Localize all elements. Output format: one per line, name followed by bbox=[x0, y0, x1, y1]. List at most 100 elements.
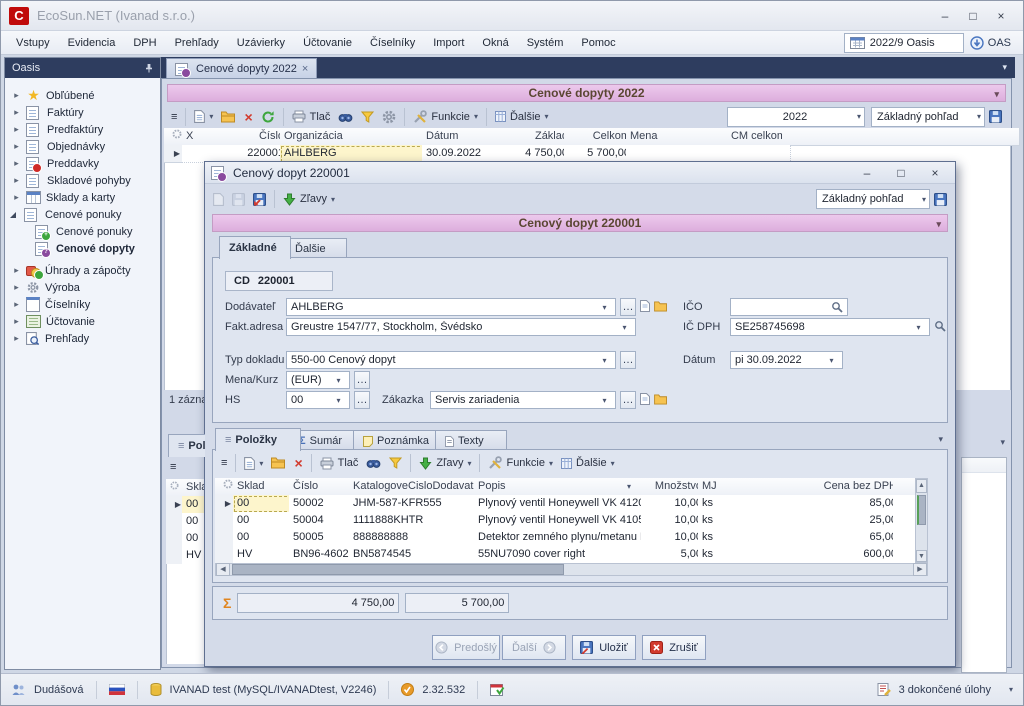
sidebar-item-vyroba[interactable]: ▸Výroba bbox=[5, 279, 160, 296]
zakazka-ellipsis-button[interactable]: … bbox=[620, 391, 636, 409]
icell-cena[interactable]: 65,00 bbox=[786, 529, 902, 547]
sidebar-item-cenove-ponuky[interactable]: Cenové ponuky bbox=[5, 206, 160, 223]
menu-okna[interactable]: Okná bbox=[473, 32, 517, 54]
expander-icon[interactable]: ▸ bbox=[12, 107, 21, 118]
save-button[interactable]: Uložiť bbox=[572, 635, 636, 660]
icell-cena[interactable]: 85,00 bbox=[786, 495, 902, 513]
dropdown-icon[interactable]: ▾ bbox=[598, 356, 611, 365]
dialog-maximize-button[interactable]: □ bbox=[887, 165, 915, 181]
dodavatel-doc-icon[interactable] bbox=[640, 300, 650, 315]
sidebar-item-objednavky[interactable]: ▸Objednávky bbox=[5, 138, 160, 155]
expander-icon[interactable]: ▸ bbox=[12, 158, 21, 169]
icell-mj[interactable]: ks bbox=[698, 529, 795, 547]
icell-katalog[interactable]: JHM-587-KFR555 bbox=[349, 495, 483, 513]
menu-uctovanie[interactable]: Účtovanie bbox=[294, 32, 361, 54]
sidebar-item-prehlady[interactable]: ▸Prehľady bbox=[5, 330, 160, 347]
icol-mj[interactable]: MJ bbox=[698, 478, 795, 496]
icell-popis[interactable]: Plynový ventil Honeywell VK 4120 V 1006 bbox=[474, 495, 650, 513]
dropdown-icon[interactable]: ▾ bbox=[618, 323, 631, 332]
ic-dph-combo[interactable]: SE258745698 ▾ bbox=[730, 318, 930, 336]
tab-cenove-dopyty-2022[interactable]: Cenové dopyty 2022 × bbox=[166, 58, 317, 79]
open-record-button[interactable] bbox=[217, 106, 240, 128]
hs-ellipsis-button[interactable]: … bbox=[354, 391, 370, 409]
next-button[interactable]: Ďalší bbox=[502, 635, 566, 660]
mena-combo[interactable]: (EUR) ▾ bbox=[286, 371, 350, 389]
col-mena[interactable]: Mena bbox=[626, 128, 693, 146]
dropdown-icon[interactable]: ▾ bbox=[332, 376, 345, 385]
window-close-button[interactable]: × bbox=[987, 6, 1015, 26]
dialog-save-view-button[interactable] bbox=[930, 188, 951, 210]
search-button[interactable] bbox=[334, 106, 357, 128]
icell-mj[interactable]: ks bbox=[698, 546, 795, 564]
icell-katalog[interactable]: 888888888 bbox=[349, 529, 483, 547]
filter-button[interactable] bbox=[357, 106, 378, 128]
col-datum[interactable]: Dátum bbox=[422, 128, 517, 146]
scroll-right-icon[interactable]: ▶ bbox=[913, 563, 927, 576]
menu-ciselniky[interactable]: Číselníky bbox=[361, 32, 424, 54]
items-vscrollbar[interactable]: ▲ ▼ bbox=[915, 478, 928, 563]
dropdown-icon[interactable]: ▾ bbox=[598, 396, 611, 405]
dodavatel-combo[interactable]: AHLBERG ▾ bbox=[286, 298, 616, 316]
tab-poznamka[interactable]: Poznámka bbox=[353, 430, 447, 451]
icol-cena[interactable]: Cena bez DPH bbox=[786, 478, 902, 496]
menu-pomoc[interactable]: Pomoc bbox=[572, 32, 624, 54]
icol-popis[interactable]: Popis bbox=[474, 478, 650, 496]
menu-dph[interactable]: DPH bbox=[124, 32, 165, 54]
fakt-adresa-combo[interactable]: Greustre 1547/77, Stockholm, Švédsko ▾ bbox=[286, 318, 636, 336]
expander-open-icon[interactable] bbox=[10, 212, 16, 218]
items-delete-icon[interactable]: × bbox=[290, 452, 306, 474]
ico-input[interactable] bbox=[730, 298, 848, 316]
sidebar-item-skladove-pohyby[interactable]: ▸Skladové pohyby bbox=[5, 172, 160, 189]
menu-import[interactable]: Import bbox=[424, 32, 473, 54]
bg-panel-dropdown-icon[interactable]: ▾ bbox=[1000, 437, 1005, 448]
sidebar-item-uctovanie[interactable]: ▸Účtovanie bbox=[5, 313, 160, 330]
bg-tab-polozky[interactable]: ≡Pol bbox=[168, 434, 205, 457]
datum-combo[interactable]: pi 30.09.2022 ▾ bbox=[730, 351, 843, 369]
tasks-dropdown-icon[interactable]: ▾ bbox=[1009, 685, 1013, 694]
dropdown-icon[interactable]: ▾ bbox=[598, 303, 611, 312]
items-filter-button[interactable] bbox=[385, 452, 406, 474]
sidebar-item-ciselniky[interactable]: ▸Číselníky bbox=[5, 296, 160, 313]
dialog-band-collapse-icon[interactable]: ▾ bbox=[936, 219, 941, 230]
band-collapse-icon[interactable]: ▾ bbox=[994, 89, 999, 100]
expander-icon[interactable]: ▸ bbox=[12, 141, 21, 152]
status-tasks[interactable]: 3 dokončené úlohy bbox=[899, 684, 991, 696]
zakazka-doc-icon[interactable] bbox=[640, 393, 650, 408]
cancel-button[interactable]: Zrušiť bbox=[642, 635, 706, 660]
oas-button[interactable]: OAS bbox=[964, 33, 1017, 53]
items-open-button[interactable] bbox=[267, 452, 290, 474]
menu-system[interactable]: Systém bbox=[518, 32, 573, 54]
dropdown-icon[interactable]: ▾ bbox=[825, 356, 838, 365]
icell-cislo[interactable]: 50005 bbox=[289, 529, 358, 547]
items-functions-button[interactable]: Funkcie▾ bbox=[484, 452, 557, 474]
icell-cislo[interactable]: BN96-46027A bbox=[289, 546, 358, 564]
period-selector[interactable]: 2022/9 Oasis bbox=[844, 33, 964, 53]
dodavatel-folder-icon[interactable] bbox=[654, 301, 668, 315]
tab-polozky[interactable]: ≡Položky bbox=[215, 428, 301, 451]
scroll-up-icon[interactable]: ▲ bbox=[916, 479, 927, 493]
dialog-view-combo[interactable]: Základný pohľad▾ bbox=[816, 189, 930, 209]
save-view-button[interactable] bbox=[985, 106, 1006, 128]
typ-dokladu-combo[interactable]: 550-00 Cenový dopyt ▾ bbox=[286, 351, 616, 369]
menu-vstupy[interactable]: Vstupy bbox=[7, 32, 59, 54]
items-new-button[interactable]: ▾ bbox=[240, 452, 267, 474]
sidebar-item-preddavky[interactable]: ▸Preddavky bbox=[5, 155, 160, 172]
icell-cislo[interactable]: 50004 bbox=[289, 512, 358, 530]
items-hscrollbar[interactable]: ◀ ▶ bbox=[215, 563, 928, 576]
ic-dph-search-icon[interactable] bbox=[934, 320, 946, 335]
search-icon[interactable] bbox=[831, 301, 843, 313]
hscroll-thumb[interactable] bbox=[232, 564, 564, 575]
zlavy-menu-button[interactable]: Zľavy▾ bbox=[279, 188, 339, 210]
col-celkom[interactable]: Celkom bbox=[564, 128, 635, 146]
more-menu-button[interactable]: Ďalšie▾ bbox=[491, 106, 553, 128]
expander-icon[interactable]: ▸ bbox=[12, 265, 21, 276]
expander-icon[interactable]: ▸ bbox=[12, 282, 21, 293]
tab-texty[interactable]: Texty bbox=[435, 430, 507, 451]
expander-icon[interactable]: ▸ bbox=[12, 175, 21, 186]
popis-filter-dropdown-icon[interactable]: ▾ bbox=[627, 482, 631, 491]
refresh-button[interactable] bbox=[257, 106, 279, 128]
sidebar-item-uhrady[interactable]: ▸Úhrady a zápočty bbox=[5, 262, 160, 279]
settings-button[interactable] bbox=[378, 106, 400, 128]
sidebar-item-predfaktury[interactable]: ▸Predfaktúry bbox=[5, 121, 160, 138]
hs-combo[interactable]: 00 ▾ bbox=[286, 391, 350, 409]
